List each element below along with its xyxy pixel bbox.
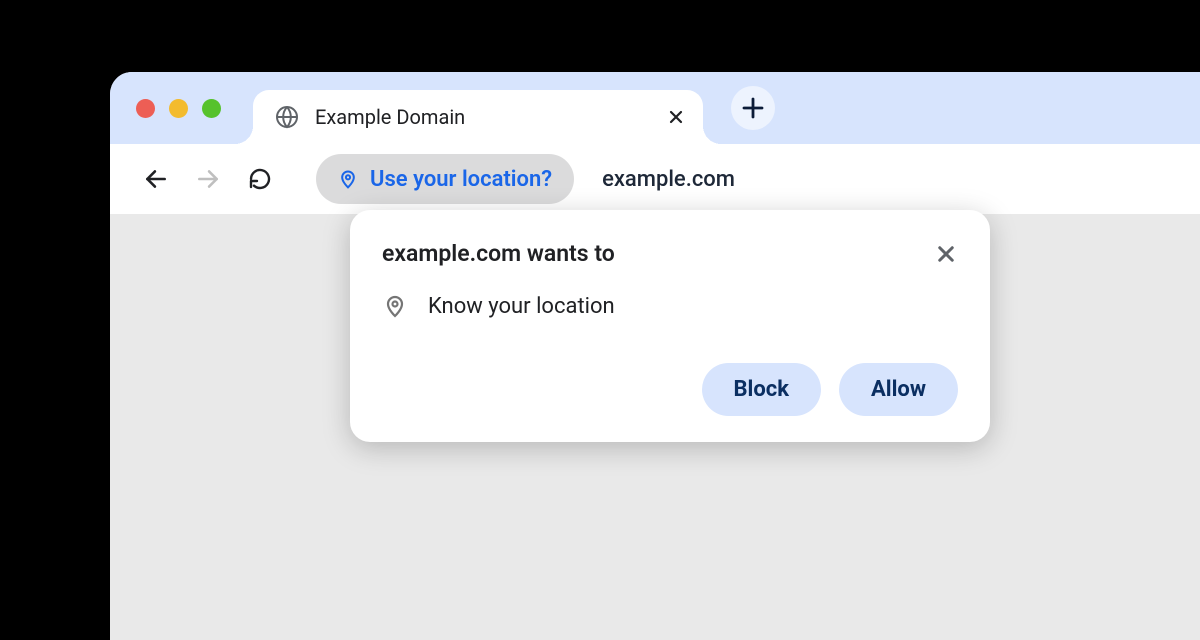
address-bar[interactable]: Use your location? example.com xyxy=(316,154,1176,204)
block-button[interactable]: Block xyxy=(702,363,822,416)
new-tab-button[interactable] xyxy=(731,86,775,130)
close-icon[interactable] xyxy=(667,108,685,126)
globe-icon xyxy=(275,105,299,129)
url-text: example.com xyxy=(602,167,735,192)
permission-item: Know your location xyxy=(382,293,958,319)
content-area: example.com wants to Know your location xyxy=(110,214,1200,640)
permission-dialog: example.com wants to Know your location xyxy=(350,210,990,442)
window-maximize-button[interactable] xyxy=(202,99,221,118)
permission-chip[interactable]: Use your location? xyxy=(316,154,574,204)
toolbar: Use your location? example.com xyxy=(110,144,1200,214)
window-minimize-button[interactable] xyxy=(169,99,188,118)
plus-icon xyxy=(742,97,764,119)
tab-title: Example Domain xyxy=(315,105,667,129)
dialog-buttons: Block Allow xyxy=(382,363,958,416)
reload-button[interactable] xyxy=(238,157,282,201)
window-close-button[interactable] xyxy=(136,99,155,118)
browser-window: Example Domain xyxy=(110,72,1200,640)
back-button[interactable] xyxy=(134,157,178,201)
dialog-header: example.com wants to xyxy=(382,240,958,267)
reload-icon xyxy=(248,167,272,191)
dialog-close-button[interactable] xyxy=(934,242,958,266)
forward-button[interactable] xyxy=(186,157,230,201)
traffic-lights xyxy=(136,99,221,118)
permission-chip-label: Use your location? xyxy=(370,167,552,192)
allow-button[interactable]: Allow xyxy=(839,363,958,416)
arrow-left-icon xyxy=(143,166,169,192)
tab-strip: Example Domain xyxy=(110,72,1200,144)
permission-item-label: Know your location xyxy=(428,294,615,319)
location-pin-icon xyxy=(382,293,408,319)
browser-tab[interactable]: Example Domain xyxy=(253,90,703,144)
location-pin-icon xyxy=(338,167,358,191)
arrow-right-icon xyxy=(195,166,221,192)
dialog-title: example.com wants to xyxy=(382,240,615,267)
